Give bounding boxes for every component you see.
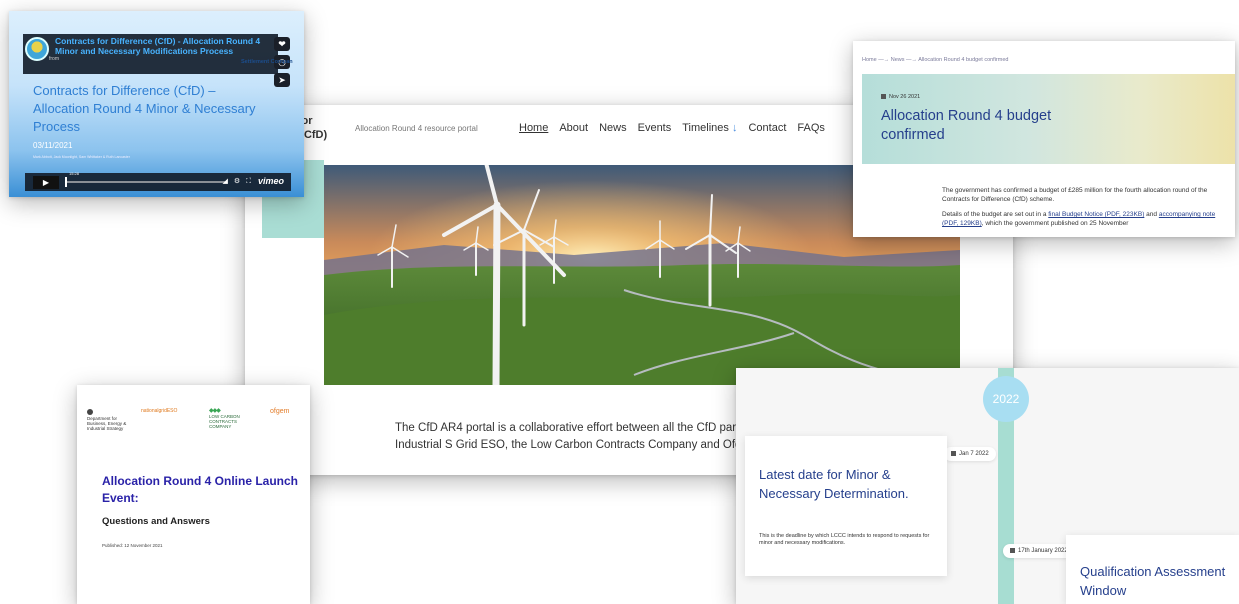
- budget-notice-link[interactable]: final Budget Notice (PDF, 223KB): [1048, 211, 1144, 218]
- slide-date: 03/11/2021: [33, 141, 73, 150]
- para2-and: and: [1146, 211, 1158, 218]
- national-grid-eso-logo: nationalgridESO: [141, 408, 178, 414]
- event-1-date-pill: Jan 7 2022: [944, 447, 996, 461]
- settlements-logo-text: Settlement Compan: [241, 59, 293, 65]
- play-icon: ▶: [42, 178, 50, 187]
- ofgem-logo: ofgem: [270, 408, 290, 415]
- play-button[interactable]: ▶: [33, 176, 59, 189]
- timeline-panel: 2022 Jan 7 2022 Latest date for Minor & …: [736, 368, 1239, 604]
- para2-prefix: Details of the budget are set out in a: [942, 211, 1047, 218]
- progress-handle[interactable]: [65, 177, 67, 187]
- breadcrumb-separator: —→: [906, 57, 918, 63]
- beis-logo: Department for Business, Energy & Indust…: [87, 409, 132, 431]
- partner-logos: Department for Business, Energy & Indust…: [87, 408, 302, 431]
- article-title: Allocation Round 4 budget confirmed: [881, 108, 1052, 143]
- article-paragraph-2: Details of the budget are set out in a f…: [942, 210, 1227, 228]
- article-date: Nov 26 2021: [881, 94, 920, 100]
- nav-home[interactable]: Home: [519, 122, 548, 134]
- playback-time: 15:28: [69, 171, 80, 176]
- video-player[interactable]: Contracts for Difference (CfD) - Allocat…: [9, 11, 304, 197]
- lccc-logo-text: LOW CARBON CONTRACTS COMPANY: [209, 414, 240, 429]
- breadcrumb-separator: —→: [878, 57, 890, 63]
- timeline-year-marker: 2022: [983, 376, 1029, 422]
- event-1-date: Jan 7 2022: [959, 451, 989, 457]
- article-body: The government has confirmed a budget of…: [942, 186, 1227, 228]
- nav-events[interactable]: Events: [638, 122, 672, 134]
- send-icon[interactable]: ➤: [274, 73, 290, 87]
- video-from-label: from: [49, 56, 59, 62]
- document-title: Allocation Round 4 Online Launch Event:: [102, 474, 299, 505]
- nav-timelines-label: Timelines: [682, 122, 729, 134]
- nav-about[interactable]: About: [559, 122, 588, 134]
- para2-suffix: , which the government published on 25 N…: [981, 220, 1129, 227]
- vimeo-logo[interactable]: vimeo: [258, 176, 284, 186]
- player-controls: ▶ 15:28 ◢ ⚙ ⛶ vimeo: [25, 171, 291, 191]
- event-2-title: Qualification Assessment Window: [1080, 564, 1226, 598]
- news-article-card: Home —→ News —→ Allocation Round 4 budge…: [853, 41, 1235, 237]
- breadcrumb-current: Allocation Round 4 budget confirmed: [918, 57, 1009, 63]
- video-title[interactable]: Contracts for Difference (CfD) - Allocat…: [55, 36, 275, 56]
- progress-track[interactable]: [65, 181, 225, 183]
- control-icons[interactable]: ◢ ⚙ ⛶: [223, 177, 253, 186]
- nav-news[interactable]: News: [599, 122, 627, 134]
- slide-title: Contracts for Difference (CfD) – Allocat…: [33, 83, 256, 134]
- article-paragraph-1: The government has confirmed a budget of…: [942, 187, 1208, 203]
- main-nav: Home About News Events Timelines ↓ Conta…: [519, 122, 825, 134]
- site-tagline: Allocation Round 4 resource portal: [355, 124, 478, 133]
- breadcrumb-news[interactable]: News: [891, 57, 905, 63]
- nav-faqs[interactable]: FAQs: [797, 122, 825, 134]
- breadcrumb: Home —→ News —→ Allocation Round 4 budge…: [862, 57, 1008, 63]
- nav-contact[interactable]: Contact: [748, 122, 786, 134]
- nav-timelines[interactable]: Timelines ↓: [682, 122, 737, 134]
- timeline-event-1[interactable]: Latest date for Minor & Necessary Determ…: [745, 436, 947, 576]
- event-1-description: This is the deadline by which LCCC inten…: [759, 533, 930, 546]
- article-date-text: Nov 26 2021: [889, 94, 921, 100]
- crest-icon: [87, 409, 93, 415]
- channel-logo: [25, 37, 49, 61]
- lccc-logo: ◆◆◆ LOW CARBON CONTRACTS COMPANY: [209, 408, 253, 429]
- calendar-icon: [1010, 548, 1015, 553]
- calendar-icon: [881, 94, 886, 99]
- document-published-date: Published: 12 November 2021: [102, 543, 163, 548]
- beis-logo-text: Department for Business, Energy & Indust…: [87, 416, 127, 431]
- qa-document: Department for Business, Energy & Indust…: [77, 385, 310, 604]
- event-1-title: Latest date for Minor & Necessary Determ…: [759, 467, 909, 501]
- slide-presenters: Mark Abbott, Jack Moonlight, Sam Whittak…: [33, 155, 130, 159]
- document-subtitle: Questions and Answers: [102, 516, 210, 527]
- breadcrumb-home[interactable]: Home: [862, 57, 877, 63]
- dropdown-arrow-icon: ↓: [731, 122, 738, 134]
- timeline-event-2[interactable]: Qualification Assessment Window: [1066, 535, 1239, 604]
- calendar-icon: [951, 451, 956, 456]
- heart-icon[interactable]: ❤: [274, 37, 290, 51]
